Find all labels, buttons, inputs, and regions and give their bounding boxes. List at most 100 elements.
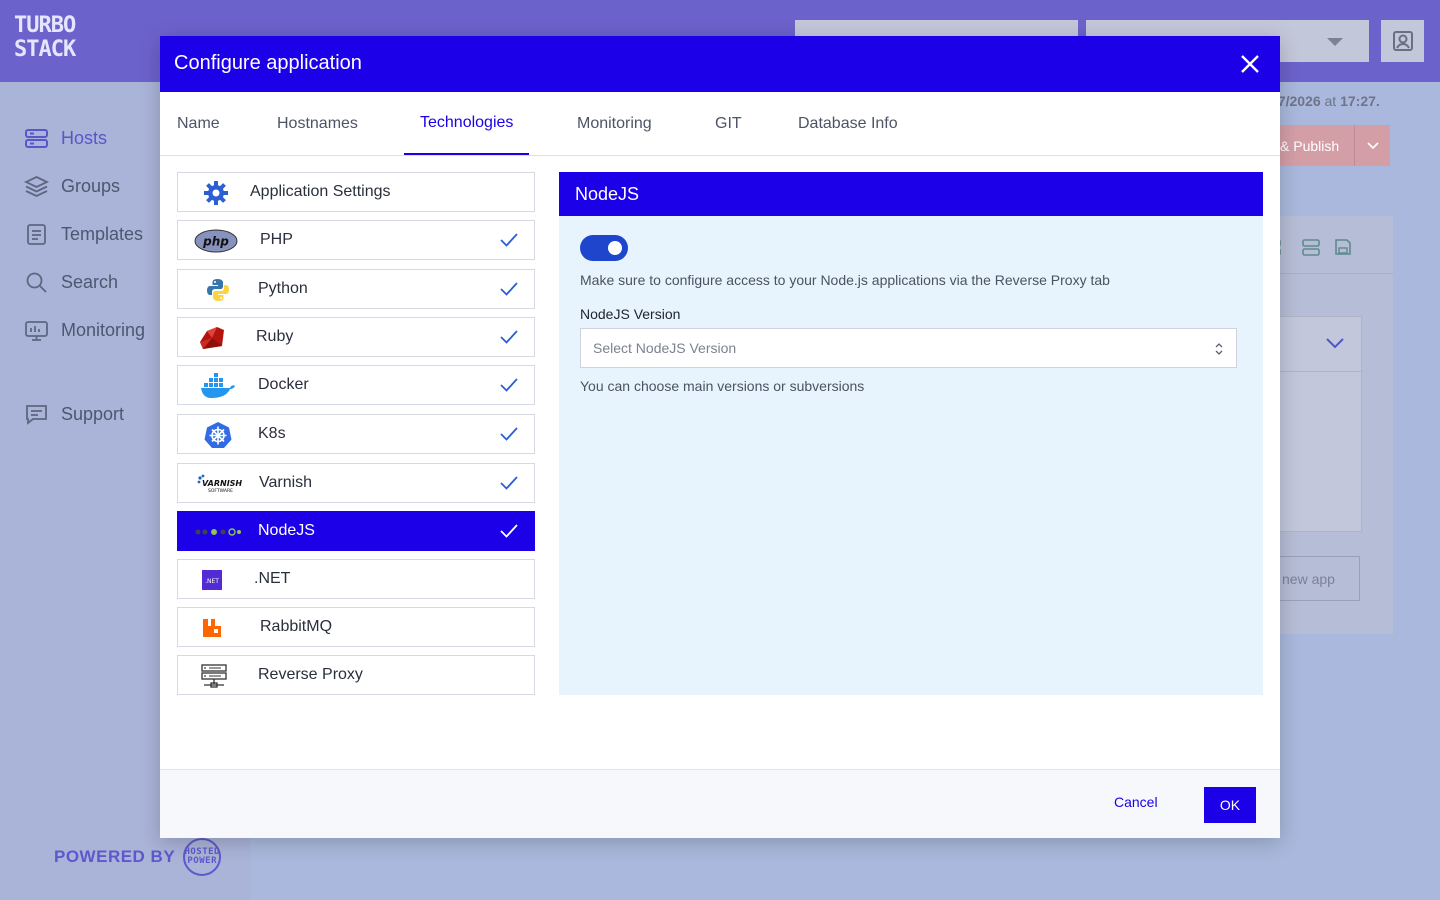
chevron-down-icon: [1326, 338, 1344, 349]
docker-icon: [194, 373, 242, 399]
check-icon: [500, 233, 518, 247]
turbostack-logo[interactable]: TURBO STACK: [14, 13, 76, 68]
dotnet-icon-text: .NET: [205, 578, 219, 585]
nodejs-version-select[interactable]: Select NodeJS Version: [580, 328, 1237, 368]
tab-name[interactable]: Name: [161, 92, 236, 155]
varnish-icon-subtext: SOFTWARE: [208, 488, 233, 494]
sidebar-item-templates[interactable]: Templates: [24, 222, 143, 247]
layers-icon: [24, 176, 49, 197]
dotnet-icon: .NET: [190, 567, 234, 593]
toggle-knob: [608, 241, 622, 255]
hostedpower-logo[interactable]: HOSTED POWER: [183, 838, 222, 876]
search-icon: [26, 272, 47, 293]
background-app-card: [1270, 316, 1363, 532]
rabbitmq-icon: [188, 615, 236, 641]
php-icon: php: [192, 228, 240, 254]
ok-button[interactable]: OK: [1204, 787, 1256, 823]
modal-footer: Cancel OK: [160, 769, 1280, 838]
logo-line-2: STACK: [14, 37, 76, 62]
background-app-panel: l new app: [1270, 216, 1393, 634]
sidebar-item-label: Monitoring: [61, 320, 146, 340]
tab-technologies[interactable]: Technologies: [404, 92, 530, 155]
nodejs-icon: [194, 519, 242, 545]
varnish-icon-text: VARNISH: [202, 479, 242, 488]
tab-hostnames[interactable]: Hostnames: [261, 92, 374, 155]
user-icon: [1392, 31, 1413, 51]
check-icon: [500, 524, 518, 538]
monitor-icon: [25, 321, 48, 341]
document-icon: [27, 224, 46, 245]
meta-at: at: [1324, 93, 1337, 109]
tech-item-nodejs[interactable]: NodeJS: [177, 511, 535, 551]
cancel-button[interactable]: Cancel: [1114, 794, 1158, 810]
tech-label: RabbitMQ: [260, 618, 333, 635]
version-hint: You can choose main versions or subversi…: [580, 378, 865, 394]
tab-monitoring[interactable]: Monitoring: [561, 92, 668, 155]
save-icon[interactable]: [1335, 239, 1351, 255]
gear-icon: [192, 180, 240, 206]
add-new-app-button[interactable]: l new app: [1270, 556, 1360, 601]
kubernetes-icon: [194, 422, 242, 448]
server-icon[interactable]: [1302, 239, 1320, 257]
publish-label: & Publish: [1280, 137, 1340, 154]
tech-item-ruby[interactable]: Ruby: [177, 317, 535, 357]
close-icon: [1241, 55, 1259, 73]
save-publish-button[interactable]: & Publish: [1270, 125, 1390, 166]
sidebar-item-monitoring[interactable]: Monitoring: [24, 318, 145, 343]
check-icon: [500, 282, 518, 296]
ruby-icon: [188, 325, 236, 351]
tab-database-info[interactable]: Database Info: [782, 92, 914, 155]
sidebar-item-search[interactable]: Search: [24, 270, 118, 295]
tech-item-varnish[interactable]: VARNISH SOFTWARE Varnish: [177, 463, 535, 503]
tech-item-docker[interactable]: Docker: [177, 365, 535, 405]
tech-item-k8s[interactable]: K8s: [177, 414, 535, 454]
publish-dropdown-toggle[interactable]: [1354, 125, 1390, 166]
server-icon: [25, 129, 48, 148]
select-updown-icon: [1215, 343, 1223, 355]
powered-by: POWERED BY HOSTED POWER: [54, 838, 222, 876]
user-profile-button[interactable]: [1381, 20, 1424, 62]
tab-git[interactable]: GIT: [699, 92, 758, 155]
card-header[interactable]: [1271, 317, 1363, 372]
sidebar-item-support[interactable]: Support: [24, 402, 124, 427]
last-update-meta: 07/2026 at 17:27.: [1270, 93, 1380, 109]
sidebar-item-groups[interactable]: Groups: [24, 174, 120, 199]
nodejs-enable-toggle[interactable]: [580, 235, 628, 261]
sidebar-item-label: Hosts: [61, 128, 108, 148]
tech-label: PHP: [260, 231, 293, 248]
tech-item-rabbitmq[interactable]: RabbitMQ: [177, 607, 535, 647]
panel-toolbar: [1270, 216, 1393, 274]
sidebar-item-hosts[interactable]: Hosts: [24, 126, 107, 151]
php-icon-text: php: [202, 235, 229, 249]
chevron-down-icon: [1327, 38, 1343, 46]
tech-item-dotnet[interactable]: .NET .NET: [177, 559, 535, 599]
check-icon: [500, 378, 518, 392]
tech-item-reverse-proxy[interactable]: Reverse Proxy: [177, 655, 535, 695]
configure-application-modal: Configure application Name Hostnames Tec…: [160, 36, 1280, 838]
nodejs-settings-panel: NodeJS Make sure to configure access to …: [559, 172, 1263, 695]
chat-icon: [26, 405, 47, 425]
tech-label: NodeJS: [258, 522, 315, 539]
check-icon: [500, 330, 518, 344]
new-app-label: l new app: [1275, 570, 1335, 587]
sidebar-item-label: Support: [61, 404, 125, 424]
tech-label: Application Settings: [250, 183, 391, 200]
nodejs-version-label: NodeJS Version: [580, 306, 681, 322]
tech-item-python[interactable]: Python: [177, 269, 535, 309]
logo-line-1: TURBO: [14, 13, 76, 38]
powered-by-text: POWERED BY: [54, 847, 176, 866]
tech-label: K8s: [258, 425, 286, 442]
check-icon: [500, 427, 518, 441]
hostedpower-logo-line-2: POWER: [187, 856, 217, 866]
modal-header: Configure application: [160, 36, 1280, 92]
check-icon: [500, 476, 518, 490]
tech-label: Docker: [258, 376, 309, 393]
close-button[interactable]: [1236, 50, 1264, 78]
proxy-server-icon: [190, 663, 238, 689]
sidebar-item-label: Groups: [61, 176, 121, 196]
tech-item-application-settings[interactable]: Application Settings: [177, 172, 535, 212]
tech-label: .NET: [254, 570, 291, 587]
sidebar-item-label: Search: [61, 272, 119, 292]
tech-item-php[interactable]: php PHP: [177, 220, 535, 260]
select-placeholder: Select NodeJS Version: [593, 340, 737, 356]
